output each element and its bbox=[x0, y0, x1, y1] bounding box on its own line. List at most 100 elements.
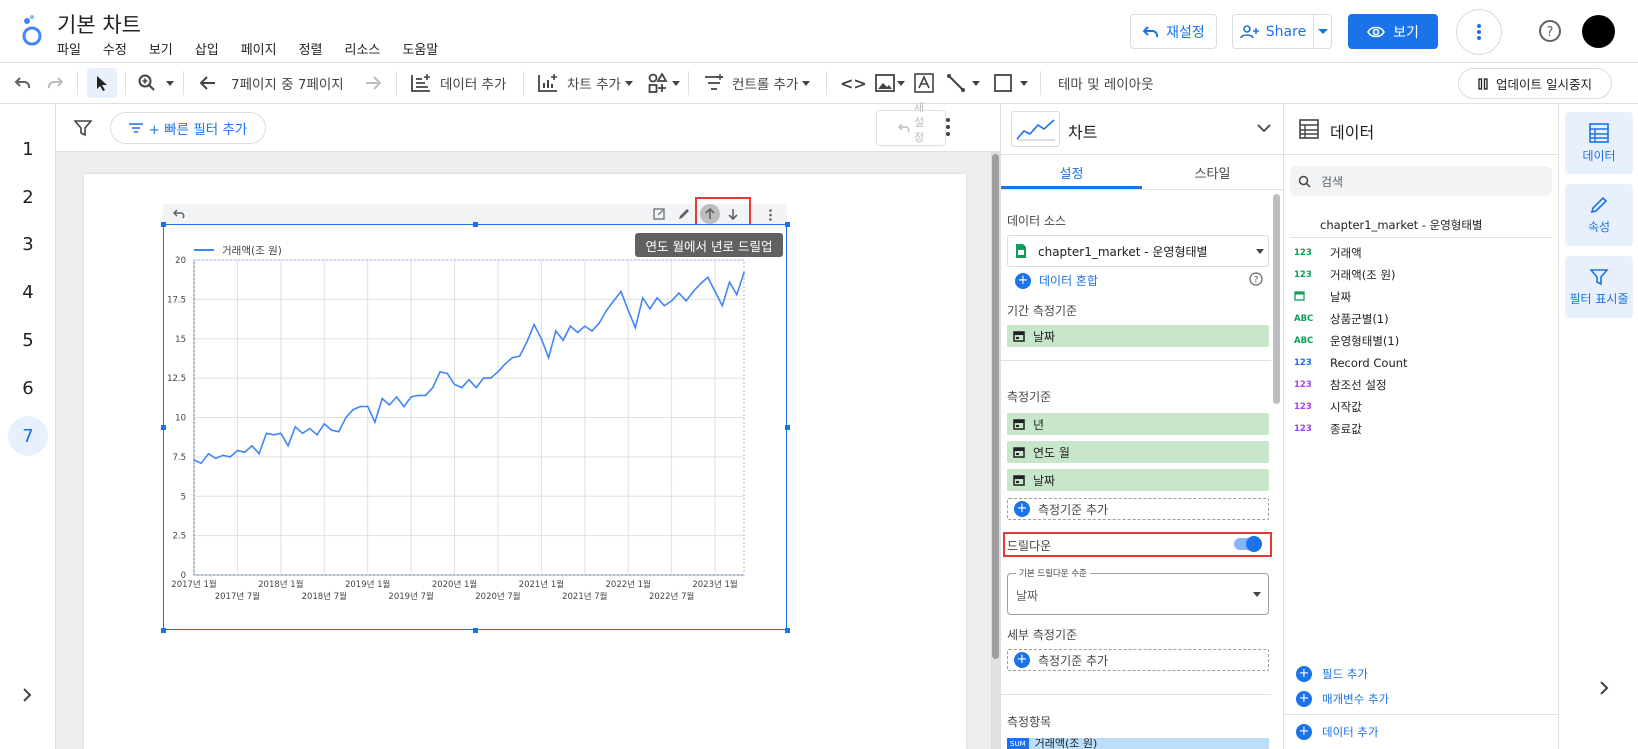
side-nav-data[interactable]: 데이터 bbox=[1565, 112, 1633, 174]
zoom-button[interactable] bbox=[138, 63, 174, 103]
data-point bbox=[337, 430, 340, 433]
field-item[interactable]: 123 참조선 설정 bbox=[1294, 376, 1387, 394]
quick-filter-button[interactable]: + 빠른 필터 추가 bbox=[110, 112, 266, 144]
avatar[interactable] bbox=[1582, 15, 1615, 48]
menu-insert[interactable]: 삽입 bbox=[195, 39, 219, 58]
add-parameter-button[interactable]: + 매개변수 추가 bbox=[1296, 691, 1389, 707]
expand-chevron-icon[interactable] bbox=[1599, 681, 1609, 695]
page-item[interactable]: 3 bbox=[8, 224, 48, 264]
resize-handle[interactable] bbox=[473, 628, 478, 633]
field-item[interactable]: ABC 상품군별(1) bbox=[1294, 310, 1389, 328]
embed-code-button[interactable]: <> bbox=[840, 63, 867, 103]
reset-chart-icon[interactable] bbox=[173, 209, 185, 219]
share-button[interactable]: Share bbox=[1233, 15, 1313, 48]
edit-pencil-icon[interactable] bbox=[678, 208, 690, 220]
field-item[interactable]: 123 Record Count bbox=[1294, 354, 1408, 372]
reset-filter-button[interactable]: 새 설 정 bbox=[876, 101, 946, 146]
breakdown-dimension-label: 세부 측정기준 bbox=[1007, 628, 1078, 642]
resize-handle[interactable] bbox=[161, 628, 166, 633]
field-item[interactable]: 123 거래액(조 원) bbox=[1294, 266, 1396, 284]
canvas-scrollbar[interactable] bbox=[992, 154, 999, 659]
menu-page[interactable]: 페이지 bbox=[241, 39, 277, 58]
menu-arrange[interactable]: 정렬 bbox=[299, 39, 323, 58]
page-item[interactable]: 4 bbox=[8, 272, 48, 312]
menu-resource[interactable]: 리소스 bbox=[345, 39, 381, 58]
page-item[interactable]: 6 bbox=[8, 368, 48, 408]
report-title[interactable]: 기본 차트 bbox=[57, 9, 141, 39]
share-dropdown[interactable] bbox=[1313, 15, 1332, 48]
dimension-chip-date[interactable]: 날짜 bbox=[1007, 469, 1269, 491]
time-series-chart[interactable]: 0 2.5 5 7.5 10 12.5 15 17.5 20 2017년 1월 2018년 1월 2… bbox=[163, 224, 787, 630]
shape-button[interactable] bbox=[994, 63, 1028, 103]
page-item[interactable]: 2 bbox=[8, 177, 48, 217]
reset-button[interactable]: 재설정 bbox=[1130, 14, 1217, 49]
dimension-chip-year-month[interactable]: 연도 월 bbox=[1007, 441, 1269, 463]
field-item[interactable]: 123 시작값 bbox=[1294, 398, 1362, 416]
chart-type-picker[interactable] bbox=[1011, 111, 1060, 147]
undo-icon[interactable] bbox=[14, 75, 32, 91]
field-item[interactable]: 날짜 bbox=[1294, 288, 1351, 306]
menu-view[interactable]: 보기 bbox=[149, 39, 173, 58]
field-search[interactable]: 검색 bbox=[1290, 166, 1552, 196]
add-dimension-button[interactable]: + 측정기준 추가 bbox=[1007, 498, 1269, 520]
line-button[interactable] bbox=[946, 63, 980, 103]
help-icon[interactable]: ? bbox=[1537, 18, 1563, 44]
field-item[interactable]: 123 거래액 bbox=[1294, 244, 1362, 262]
metric-value: 거래액(조 원) bbox=[1034, 738, 1098, 749]
side-nav-properties[interactable]: 속성 bbox=[1565, 184, 1633, 246]
filter-icon[interactable] bbox=[74, 119, 92, 137]
page-item[interactable]: 1 bbox=[8, 129, 48, 169]
tab-style[interactable]: 스타일 bbox=[1142, 155, 1283, 189]
page-item-active[interactable]: 7 bbox=[8, 416, 48, 456]
data-source-select[interactable]: chapter1_market - 운영형태별 bbox=[1007, 235, 1269, 267]
data-source-label: 데이터 소스 bbox=[1007, 214, 1067, 228]
field-item[interactable]: 123 종료값 bbox=[1294, 420, 1362, 438]
dimension-chip-year[interactable]: 년 bbox=[1007, 413, 1269, 435]
metric-chip[interactable]: SUM 거래액(조 원) bbox=[1007, 738, 1269, 749]
menu-help[interactable]: 도움말 bbox=[402, 39, 438, 58]
add-data-source-button[interactable]: + 데이터 추가 bbox=[1296, 724, 1379, 740]
community-viz-button[interactable] bbox=[647, 63, 680, 103]
field-item[interactable]: ABC 운영형태별(1) bbox=[1294, 332, 1399, 350]
data-source-value: chapter1_market - 운영형태별 bbox=[1038, 244, 1208, 259]
blend-data-button[interactable]: + 데이터 혼합 bbox=[1015, 272, 1098, 289]
view-button[interactable]: 보기 bbox=[1348, 14, 1438, 49]
resize-handle[interactable] bbox=[161, 222, 166, 227]
default-drill-level-select[interactable]: 기본 드릴다운 수준 날짜 bbox=[1007, 567, 1269, 615]
export-icon[interactable] bbox=[653, 208, 665, 220]
text-button[interactable] bbox=[914, 63, 934, 103]
next-page-icon[interactable] bbox=[365, 75, 381, 91]
chart-more-icon[interactable] bbox=[769, 209, 772, 221]
chevron-down-icon[interactable] bbox=[1257, 124, 1271, 133]
add-chart-button[interactable]: 차트 추가 bbox=[537, 63, 633, 103]
theme-layout-button[interactable]: 테마 및 레이아웃 bbox=[1058, 63, 1154, 103]
expand-chevron-icon[interactable] bbox=[22, 688, 32, 702]
menu-edit[interactable]: 수정 bbox=[103, 39, 127, 58]
resize-handle[interactable] bbox=[161, 425, 166, 430]
drilldown-toggle[interactable] bbox=[1234, 536, 1262, 552]
prev-page-icon[interactable] bbox=[200, 75, 216, 91]
looker-studio-logo[interactable] bbox=[18, 14, 46, 48]
page-item[interactable]: 5 bbox=[8, 320, 48, 360]
date-range-chip[interactable]: 날짜 bbox=[1007, 325, 1269, 347]
pause-updates-button[interactable]: 업데이트 일시중지 bbox=[1458, 68, 1612, 99]
x-tick-label: 2018년 1월 bbox=[258, 579, 303, 590]
help-icon[interactable]: ? bbox=[1249, 272, 1263, 286]
more-vert-icon[interactable] bbox=[946, 118, 950, 136]
panel-scrollbar[interactable] bbox=[1273, 194, 1280, 404]
side-nav-filter-bar[interactable]: 필터 표시줄 bbox=[1565, 256, 1633, 318]
select-tool-button[interactable] bbox=[87, 68, 117, 98]
resize-handle[interactable] bbox=[785, 628, 790, 633]
redo-icon[interactable] bbox=[46, 75, 64, 91]
menu-file[interactable]: 파일 bbox=[57, 39, 81, 58]
add-field-button[interactable]: + 필드 추가 bbox=[1296, 666, 1368, 682]
add-breakdown-button[interactable]: + 측정기준 추가 bbox=[1007, 649, 1269, 671]
more-options-button[interactable] bbox=[1456, 9, 1502, 55]
resize-handle[interactable] bbox=[785, 222, 790, 227]
add-control-button[interactable]: 컨트롤 추가 bbox=[704, 63, 811, 103]
image-button[interactable] bbox=[875, 63, 905, 103]
resize-handle[interactable] bbox=[785, 425, 790, 430]
tab-setup[interactable]: 설정 bbox=[1001, 155, 1142, 189]
add-data-button[interactable]: 데이터 추가 bbox=[410, 63, 506, 103]
resize-handle[interactable] bbox=[473, 222, 478, 227]
